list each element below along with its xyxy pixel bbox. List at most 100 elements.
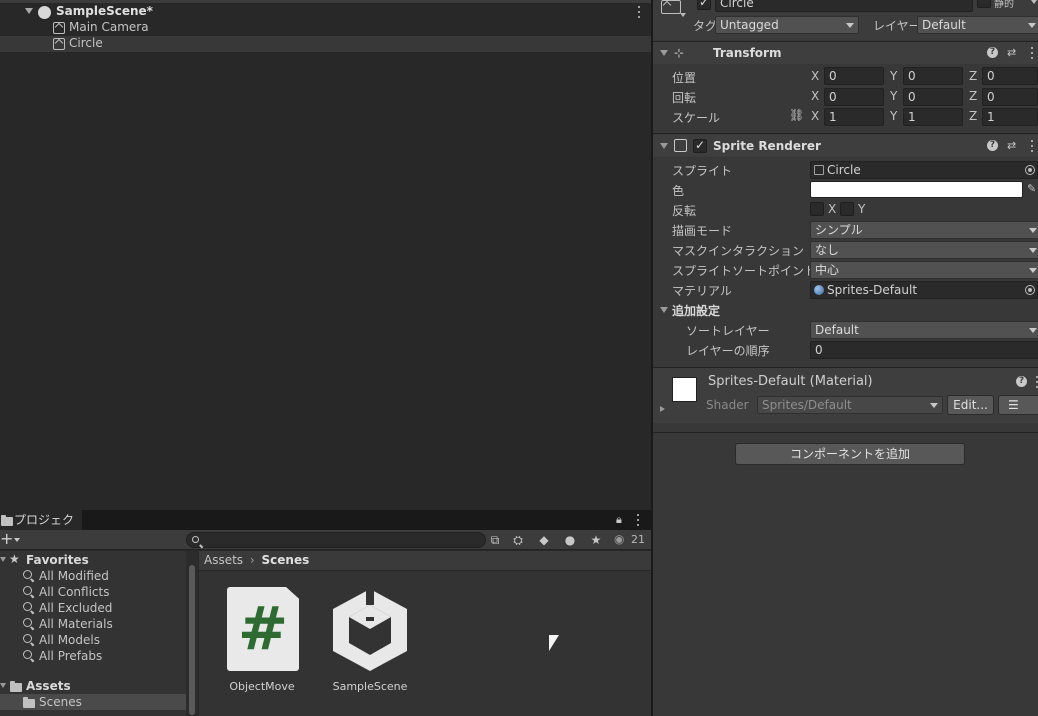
sprite-object-field[interactable]: Circle xyxy=(810,161,1038,179)
tree-assets[interactable]: Assets xyxy=(0,678,186,694)
layer-value: Default xyxy=(922,18,966,32)
object-header: Circle 静的 タグ Untagged レイヤー Default xyxy=(653,0,1038,40)
scale-y-field[interactable]: 1 xyxy=(903,108,963,126)
scale-x-field[interactable]: 1 xyxy=(824,108,884,126)
hierarchy-item-circle[interactable]: Circle xyxy=(0,36,651,52)
static-checkbox[interactable] xyxy=(977,0,991,8)
order-in-layer-label: レイヤーの順序 xyxy=(686,344,770,358)
create-plus-icon[interactable]: + xyxy=(0,530,13,548)
add-component-button[interactable]: コンポーネントを追加 xyxy=(735,443,965,465)
help-icon[interactable]: ? xyxy=(1016,376,1027,387)
mask-interaction-value: なし xyxy=(815,243,840,257)
tree-scenes[interactable]: Scenes xyxy=(0,694,186,710)
sorting-layer-dropdown[interactable]: Default xyxy=(810,321,1038,339)
shader-edit-button[interactable]: Edit... xyxy=(947,395,994,415)
rot-y-field[interactable]: 0 xyxy=(903,88,963,106)
favorites-star-icon[interactable]: ★ xyxy=(587,532,605,548)
tree-favorite-item[interactable]: All Models xyxy=(0,632,186,648)
tree-favorites[interactable]: ★ Favorites xyxy=(0,552,186,568)
object-name-field[interactable]: Circle xyxy=(715,0,973,12)
scene-fold-arrow-icon[interactable] xyxy=(25,8,33,14)
mouse-cursor-icon xyxy=(549,635,559,651)
pos-z-field[interactable]: 0 xyxy=(982,67,1038,85)
component-menu-icon[interactable] xyxy=(1030,140,1034,152)
shader-label: Shader xyxy=(706,398,749,412)
sprite-renderer-enabled-checkbox[interactable] xyxy=(693,138,707,153)
layer-dropdown[interactable]: Default xyxy=(917,16,1038,34)
object-picker-icon[interactable] xyxy=(1025,165,1035,175)
additional-settings-label[interactable]: 追加設定 xyxy=(672,302,720,319)
scale-link-icon[interactable]: ⛓ xyxy=(789,108,804,122)
breadcrumb-scenes[interactable]: Scenes xyxy=(262,553,310,567)
breadcrumb-assets[interactable]: Assets xyxy=(204,553,243,567)
tree-favorite-item[interactable]: All Conflicts xyxy=(0,584,186,600)
favorites-label: Favorites xyxy=(26,553,89,567)
asset-item[interactable]: # ObjectMove xyxy=(217,587,307,697)
mask-interaction-dropdown[interactable]: なし xyxy=(810,241,1038,259)
flip-y-checkbox[interactable] xyxy=(840,202,854,216)
rot-x-field[interactable]: 0 xyxy=(824,88,884,106)
tree-favorite-item[interactable]: All Prefabs xyxy=(0,648,186,664)
favorite-label: All Models xyxy=(39,633,100,647)
flip-y-label: Y xyxy=(858,202,866,216)
favorites-star-icon: ★ xyxy=(9,552,20,566)
component-menu-icon[interactable] xyxy=(1030,47,1034,59)
lock-icon[interactable]: 🔒︎ xyxy=(616,513,622,527)
sprite-asset-icon xyxy=(814,165,824,175)
draw-mode-dropdown[interactable]: シンプル xyxy=(810,221,1038,239)
eyedropper-icon[interactable]: ✎ xyxy=(1027,182,1036,195)
object-menu-arrow-icon[interactable] xyxy=(680,13,686,17)
static-dropdown-arrow-icon[interactable] xyxy=(1031,0,1037,4)
object-picker-icon[interactable] xyxy=(1025,285,1035,295)
favorites-fold-icon[interactable] xyxy=(0,557,6,562)
help-icon[interactable]: ? xyxy=(987,47,998,58)
pos-x-field[interactable]: 0 xyxy=(824,67,884,85)
sorting-layer-value: Default xyxy=(815,323,859,337)
pos-z-axis: Z xyxy=(969,69,978,83)
additional-settings-fold-icon[interactable] xyxy=(660,307,668,313)
color-swatch[interactable] xyxy=(810,181,1023,198)
project-menu-icon[interactable] xyxy=(636,514,640,526)
presets-icon[interactable]: ⇄ xyxy=(1007,47,1019,59)
sort-point-dropdown[interactable]: 中心 xyxy=(810,261,1038,279)
material-object-field[interactable]: Sprites-Default xyxy=(810,281,1038,299)
tag-dropdown[interactable]: Untagged xyxy=(715,16,859,34)
create-dropdown-arrow-icon[interactable] xyxy=(14,538,20,542)
search-icon xyxy=(23,650,32,659)
rot-y-axis: Y xyxy=(890,89,898,103)
pos-y-field[interactable]: 0 xyxy=(903,67,963,85)
asset-item[interactable]: SampleScene xyxy=(325,587,415,697)
sprite-renderer-fold-icon[interactable] xyxy=(660,143,668,149)
shader-options-button[interactable]: ☰ xyxy=(998,395,1038,415)
transform-fold-icon[interactable] xyxy=(660,50,668,56)
help-icon[interactable]: ? xyxy=(987,140,998,151)
hierarchy-scene-menu-icon[interactable] xyxy=(637,6,641,18)
shader-dropdown[interactable]: Sprites/Default xyxy=(757,396,943,414)
tree-favorite-item[interactable]: All Modified xyxy=(0,568,186,584)
object-active-checkbox[interactable] xyxy=(697,0,711,10)
search-icon xyxy=(23,570,32,579)
sprite-renderer-header[interactable]: Sprite Renderer ? ⇄ xyxy=(653,135,1038,157)
hierarchy-item-main-camera[interactable]: Main Camera xyxy=(0,20,651,36)
scale-z-field[interactable]: 1 xyxy=(982,108,1038,126)
log-types-icon[interactable]: ● xyxy=(561,532,579,548)
material-expand-arrow-icon[interactable] xyxy=(660,406,665,412)
assets-fold-icon[interactable] xyxy=(0,683,6,688)
flip-x-checkbox[interactable] xyxy=(810,202,824,216)
scrollbar-thumb[interactable] xyxy=(189,565,195,715)
project-search-input[interactable] xyxy=(186,532,486,548)
transform-header[interactable]: ⊹ Transform ? ⇄ xyxy=(653,42,1038,64)
tab-project[interactable]: プロジェクト xyxy=(0,510,82,547)
rot-z-field[interactable]: 0 xyxy=(982,88,1038,106)
presets-icon[interactable]: ⇄ xyxy=(1007,140,1019,152)
filter-type-icon[interactable]: ⛭ xyxy=(509,532,527,548)
order-in-layer-field[interactable]: 0 xyxy=(810,341,1038,359)
tree-favorite-item[interactable]: All Materials xyxy=(0,616,186,632)
tree-scrollbar[interactable] xyxy=(186,551,198,716)
visibility-eye-icon[interactable]: ◉ xyxy=(614,532,624,546)
filter-label-icon[interactable]: ◆ xyxy=(535,532,553,548)
hierarchy-scene-row[interactable]: SampleScene* xyxy=(0,4,651,20)
search-scope-icon[interactable]: ⧉ xyxy=(486,532,504,548)
scene-name: SampleScene* xyxy=(56,4,153,18)
tree-favorite-item[interactable]: All Excluded xyxy=(0,600,186,616)
